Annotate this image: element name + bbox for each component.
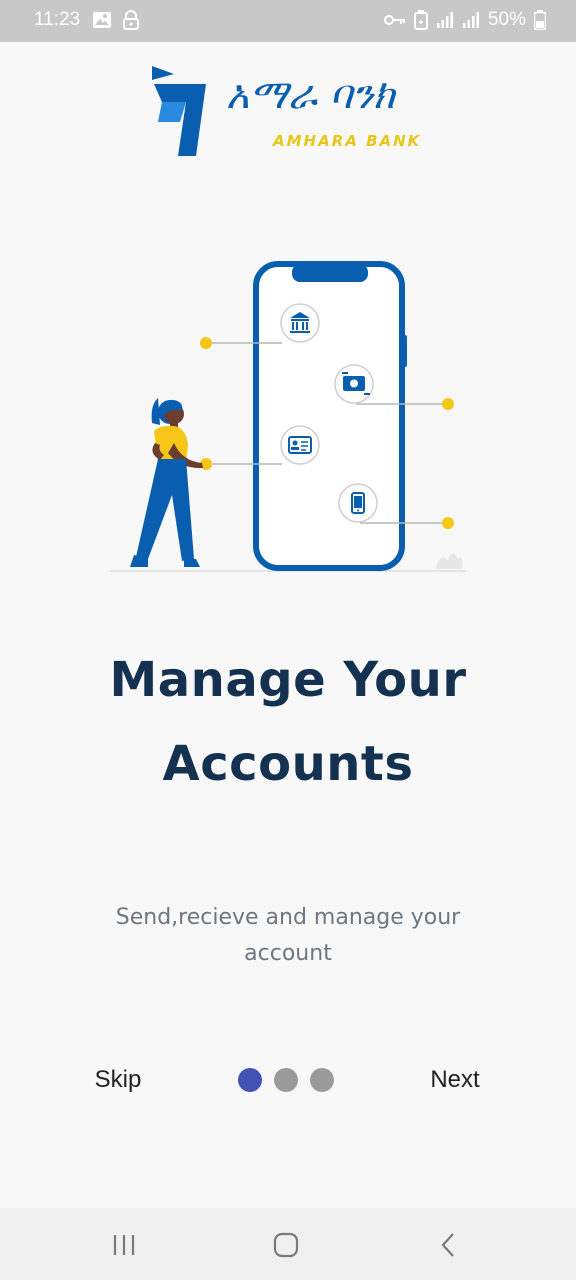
id-card-icon xyxy=(280,425,320,465)
bank-logo-mark-icon xyxy=(152,66,206,156)
battery-saver-icon xyxy=(413,10,428,30)
battery-level: 50% xyxy=(487,9,526,30)
status-left-icons xyxy=(92,10,140,30)
signal-icon xyxy=(436,12,453,28)
back-icon xyxy=(441,1233,454,1257)
home-icon xyxy=(273,1232,299,1258)
title-line-2: Accounts xyxy=(162,736,414,792)
status-bar: 11:23 50% xyxy=(0,0,576,42)
status-right-icons: 50% xyxy=(383,9,546,31)
person-illustration xyxy=(130,398,203,567)
onboarding-title: Manage Your Accounts xyxy=(40,638,536,806)
next-button[interactable]: Next xyxy=(418,1061,492,1099)
money-transfer-icon xyxy=(334,364,374,404)
battery-icon xyxy=(534,10,546,30)
mobile-phone-icon xyxy=(338,483,378,523)
signal-icon xyxy=(462,12,479,28)
recent-apps-button[interactable] xyxy=(104,1228,144,1262)
page-dot-2[interactable] xyxy=(274,1068,298,1092)
skip-button[interactable]: Skip xyxy=(82,1061,154,1099)
onboarding-subtitle: Send,recieve and manage your account xyxy=(115,905,461,966)
recent-apps-icon xyxy=(113,1235,135,1255)
onboarding-illustration xyxy=(110,261,466,572)
amhara-bank-logo: አማራ ባንክ AMHARA BANK xyxy=(148,62,438,162)
title-line-1: Manage Your xyxy=(109,652,467,708)
navigation-bar xyxy=(0,1208,576,1280)
bank-icon xyxy=(280,303,320,343)
back-button[interactable] xyxy=(428,1228,468,1262)
logo-english-text: AMHARA BANK xyxy=(273,132,422,150)
home-button[interactable] xyxy=(266,1228,306,1262)
lock-icon xyxy=(123,10,139,30)
page-dot-1[interactable] xyxy=(238,1068,262,1092)
page-dot-3[interactable] xyxy=(310,1068,334,1092)
key-icon xyxy=(383,15,405,25)
status-time: 11:23 xyxy=(34,9,81,30)
image-icon xyxy=(93,12,111,28)
page-indicator xyxy=(238,1068,334,1092)
logo-amharic-text: አማራ ባንክ xyxy=(226,72,395,118)
